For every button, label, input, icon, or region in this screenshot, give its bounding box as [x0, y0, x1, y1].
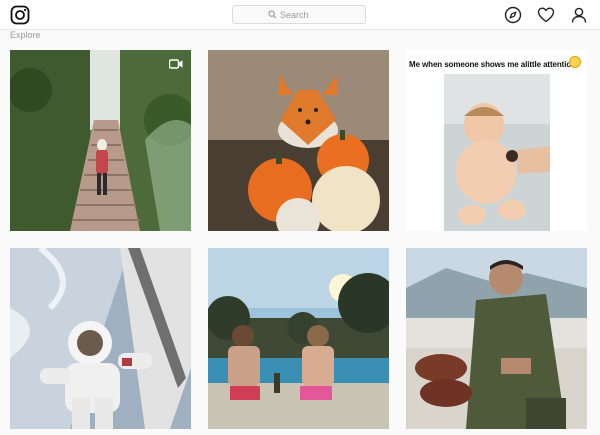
explore-tile-meme[interactable]: Me when someone shows me alittle attenti…	[406, 50, 587, 231]
man-photo	[406, 248, 587, 429]
explore-tile-pool[interactable]	[208, 248, 389, 429]
explore-tile-astronaut[interactable]	[10, 248, 191, 429]
astronaut-photo	[10, 248, 191, 429]
stairs-photo	[10, 50, 191, 231]
instagram-logo-icon[interactable]	[10, 5, 30, 25]
explore-tile-fox[interactable]	[208, 50, 389, 231]
heart-icon[interactable]	[536, 5, 556, 25]
video-camera-icon	[169, 59, 183, 69]
pool-photo	[208, 248, 389, 429]
search-box[interactable]	[232, 5, 366, 24]
compass-icon[interactable]	[503, 5, 523, 25]
search-input[interactable]	[280, 9, 330, 20]
explore-tile-man[interactable]	[406, 248, 587, 429]
top-bar	[0, 0, 600, 30]
search-icon	[268, 10, 277, 19]
fox-photo	[208, 50, 389, 231]
baby-photo	[406, 50, 587, 231]
profile-icon[interactable]	[569, 5, 589, 25]
page-title: Explore	[10, 30, 41, 40]
emoji-icon	[569, 56, 581, 68]
explore-tile-stairs[interactable]	[10, 50, 191, 231]
meme-caption: Me when someone shows me alittle attenti…	[409, 60, 576, 69]
